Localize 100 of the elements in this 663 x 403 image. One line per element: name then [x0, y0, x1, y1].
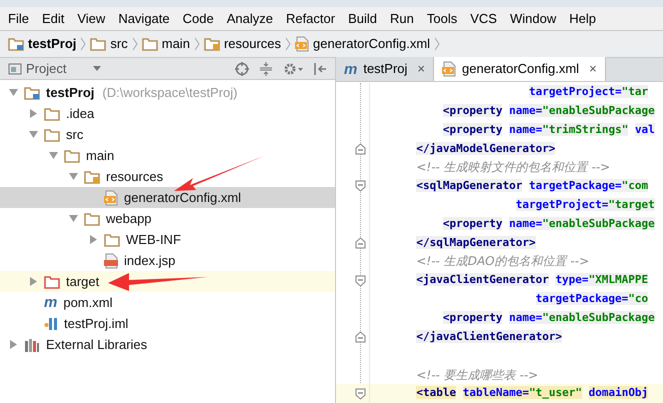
editor-tab[interactable]: m testProj × — [336, 57, 434, 81]
folder-icon — [84, 212, 100, 226]
tree-label: testProj.iml — [64, 314, 128, 333]
settings-icon[interactable] — [283, 62, 303, 76]
maven-icon: m — [344, 62, 358, 76]
collapsed-arrow-icon[interactable] — [88, 235, 98, 244]
chevron-icon — [80, 37, 86, 51]
menu-item[interactable]: Tools — [426, 8, 458, 28]
menu-item[interactable]: Run — [390, 8, 414, 28]
tree-row[interactable]: External Libraries — [0, 334, 335, 355]
fold-marker-icon[interactable] — [355, 388, 366, 400]
code-token: domainObj — [588, 386, 648, 400]
resource-folder-icon — [204, 37, 220, 51]
tree-label: pom.xml — [63, 294, 112, 312]
code-comment: <!-- 要生成哪些表 --> — [416, 368, 538, 382]
expanded-arrow-icon[interactable] — [68, 172, 78, 181]
xml-file-icon — [442, 61, 456, 77]
editor-tab[interactable]: generatorConfig.xml × — [434, 57, 606, 81]
code-token: targetProject= — [528, 85, 622, 98]
tree-row[interactable]: m pom.xml — [0, 292, 335, 313]
menu-item[interactable]: Navigate — [118, 8, 170, 28]
expanded-arrow-icon[interactable] — [28, 130, 38, 139]
crosshair-icon[interactable] — [235, 62, 249, 76]
tree-row[interactable]: generatorConfig.xml — [0, 187, 335, 208]
menu-item[interactable]: Analyze — [226, 8, 273, 28]
menu-item[interactable]: Edit — [42, 8, 64, 28]
folder-icon — [44, 274, 60, 288]
collapsed-arrow-icon[interactable] — [28, 109, 38, 118]
expanded-arrow-icon[interactable] — [48, 151, 58, 160]
tree-row[interactable]: testProj.iml — [0, 313, 335, 334]
chevron-icon — [132, 37, 138, 51]
breadcrumb[interactable]: src — [90, 34, 128, 54]
tree-path-note: (D:\workspace\testProj) — [102, 84, 238, 102]
code-token: <sqlMapGenerator — [416, 179, 522, 192]
fold-marker-icon[interactable] — [355, 236, 366, 249]
folder-icon — [44, 128, 60, 142]
tree-label: External Libraries — [46, 336, 148, 354]
tree-label: webapp — [106, 210, 152, 228]
menu-item[interactable]: Refactor — [286, 8, 336, 28]
resource-folder-icon — [84, 170, 100, 184]
tree-row[interactable]: testProj (D:\workspace\testProj) — [0, 82, 335, 103]
fold-marker-icon[interactable] — [355, 142, 366, 155]
menu-item[interactable]: Build — [348, 8, 378, 28]
tree-row[interactable]: target — [0, 271, 335, 292]
collapse-all-icon[interactable] — [259, 62, 273, 76]
close-icon[interactable]: × — [589, 59, 597, 79]
tree-label: src — [66, 126, 84, 144]
code-token: "t_user" — [528, 386, 582, 400]
tree-label: generatorConfig.xml — [124, 188, 242, 207]
xml-file-icon — [104, 190, 118, 206]
menu-item[interactable]: VCS — [470, 8, 497, 28]
collapsed-arrow-icon[interactable] — [28, 277, 38, 286]
close-icon[interactable]: × — [417, 59, 426, 79]
module-file-icon — [44, 316, 58, 330]
fold-marker-icon[interactable] — [355, 180, 366, 192]
chevron-icon — [285, 37, 292, 51]
breadcrumb[interactable]: testProj — [8, 34, 76, 54]
collapsed-arrow-icon[interactable] — [8, 340, 18, 349]
menu-item[interactable]: Window — [510, 8, 556, 28]
tree-label: .idea — [66, 104, 94, 123]
tree-label: WEB-INF — [126, 230, 181, 249]
breadcrumb[interactable]: generatorConfig.xml — [295, 34, 430, 54]
code-token: <property — [442, 122, 502, 136]
tree-row[interactable]: WEB-INF — [0, 229, 335, 250]
folder-icon — [24, 86, 40, 100]
hide-panel-icon[interactable] — [313, 62, 327, 76]
code-token: val — [634, 122, 655, 136]
tree-label: testProj — [46, 84, 94, 102]
xml-file-icon — [295, 36, 310, 52]
breadcrumb[interactable]: resources — [204, 34, 282, 54]
code-token: targetProject= — [516, 198, 608, 212]
code-token: tableName= — [462, 386, 529, 400]
expanded-arrow-icon[interactable] — [8, 88, 18, 97]
tree-row[interactable]: index.jsp — [0, 250, 335, 271]
code-token: name= — [509, 310, 542, 324]
tree-label: target — [66, 272, 100, 291]
menu-item[interactable]: File — [8, 8, 29, 28]
menu-item[interactable]: Code — [182, 8, 214, 28]
folder-icon — [142, 37, 158, 51]
tree-row[interactable]: main — [0, 145, 335, 166]
expanded-arrow-icon[interactable] — [68, 214, 78, 223]
menu-item[interactable]: View — [77, 8, 106, 28]
tree-label: resources — [106, 168, 164, 186]
tree-row[interactable]: .idea — [0, 103, 335, 124]
tree-row[interactable]: src — [0, 124, 335, 145]
folder-icon — [64, 148, 80, 162]
tree-row[interactable]: webapp — [0, 208, 335, 229]
fold-marker-icon[interactable] — [355, 330, 366, 343]
tree-row[interactable]: resources — [0, 166, 335, 187]
jsp-file-icon — [104, 252, 118, 268]
folder-icon — [8, 37, 24, 51]
tree-label: index.jsp — [124, 252, 176, 270]
menu-item[interactable]: Help — [569, 8, 596, 28]
code-token: "XMLMAPPE — [588, 273, 648, 286]
folder-icon — [90, 37, 106, 51]
code-token: "tar — [622, 85, 648, 98]
breadcrumb[interactable]: main — [142, 34, 190, 54]
fold-marker-icon[interactable] — [355, 274, 366, 287]
caret-icon — [93, 66, 101, 71]
code-token: <javaClientGenerator — [416, 273, 549, 286]
